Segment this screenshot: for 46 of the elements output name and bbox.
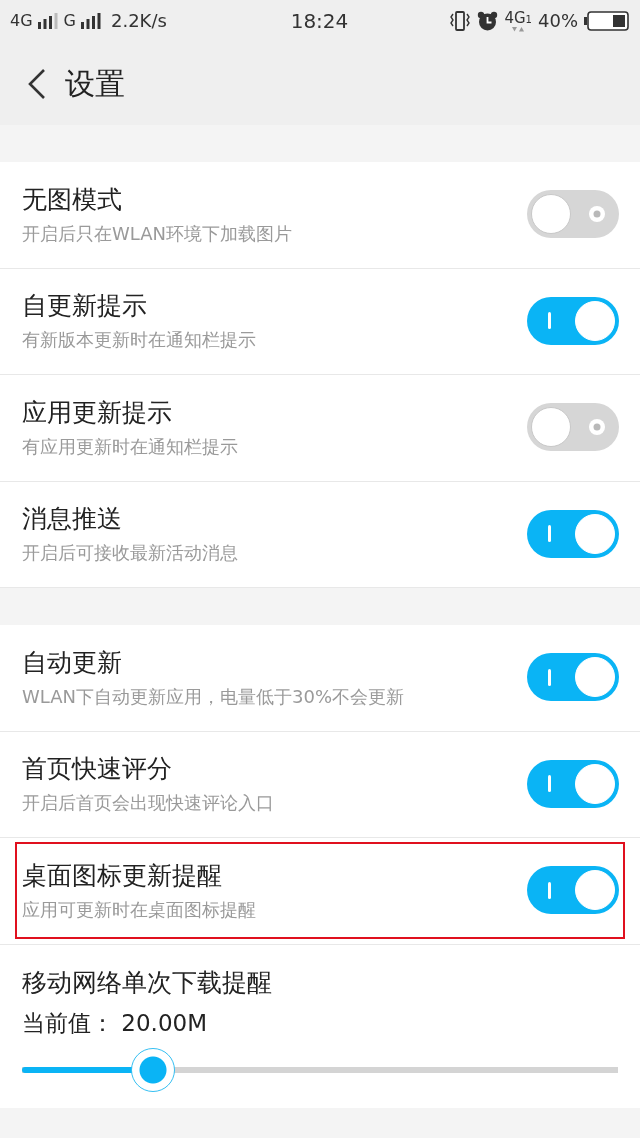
line-icon (547, 775, 551, 793)
data-activity-icon (512, 26, 525, 32)
toggle-switch[interactable] (527, 866, 619, 915)
setting-description: 应用可更新时在桌面图标提醒 (22, 897, 256, 921)
setting-description: 开启后只在WLAN环境下加载图片 (22, 221, 293, 245)
line-icon (547, 881, 551, 899)
network-type: 4G (10, 13, 33, 29)
toggle-switch[interactable] (527, 509, 619, 558)
toggle-switch[interactable] (527, 403, 619, 452)
setting-description: 有应用更新时在通知栏提示 (22, 434, 238, 458)
line-icon (547, 525, 551, 543)
network-speed: 2.2K/s (111, 12, 167, 30)
toggle-switch[interactable] (527, 653, 619, 702)
setting-title: 移动网络单次下载提醒 (22, 966, 273, 998)
setting-title: 无图模式 (22, 183, 123, 215)
back-chevron-icon (27, 67, 47, 100)
setting-title: 桌面图标更新提醒 (22, 859, 223, 891)
battery-percent: 40% (538, 12, 578, 30)
vibrate-icon (449, 11, 472, 31)
setting-title: 消息推送 (22, 503, 123, 535)
setting-description: 开启后可接收最新活动消息 (22, 541, 238, 565)
setting-description: 有新版本更新时在通知栏提示 (22, 328, 256, 352)
setting-title: 自动更新 (22, 646, 123, 678)
toggle-switch[interactable] (527, 190, 619, 239)
ring-icon (589, 206, 605, 223)
network-type: G (63, 13, 76, 29)
setting-title: 自更新提示 (22, 290, 148, 322)
signal-bars-icon (81, 13, 101, 29)
clock-time: 18:24 (290, 11, 349, 31)
toggle-switch[interactable] (527, 296, 619, 345)
alarm-clock-icon (477, 11, 499, 31)
signal-bars-icon (37, 13, 58, 29)
switch-knob[interactable] (531, 194, 571, 235)
toggle-switch[interactable] (527, 759, 619, 808)
page-title: 设置 (65, 68, 125, 99)
battery-icon (584, 11, 629, 31)
line-icon (547, 668, 551, 686)
back-button[interactable] (27, 67, 47, 100)
setting-title: 应用更新提示 (22, 396, 173, 428)
line-icon (547, 312, 551, 330)
setting-title: 首页快速评分 (22, 753, 173, 785)
current-value: 当前值： 20.00M (22, 1008, 208, 1038)
setting-description: 开启后首页会出现快速评论入口 (22, 791, 274, 815)
switch-knob[interactable] (531, 407, 571, 448)
ring-icon (589, 419, 605, 436)
setting-description: WLAN下自动更新应用，电量低于30%不会更新 (22, 684, 405, 708)
